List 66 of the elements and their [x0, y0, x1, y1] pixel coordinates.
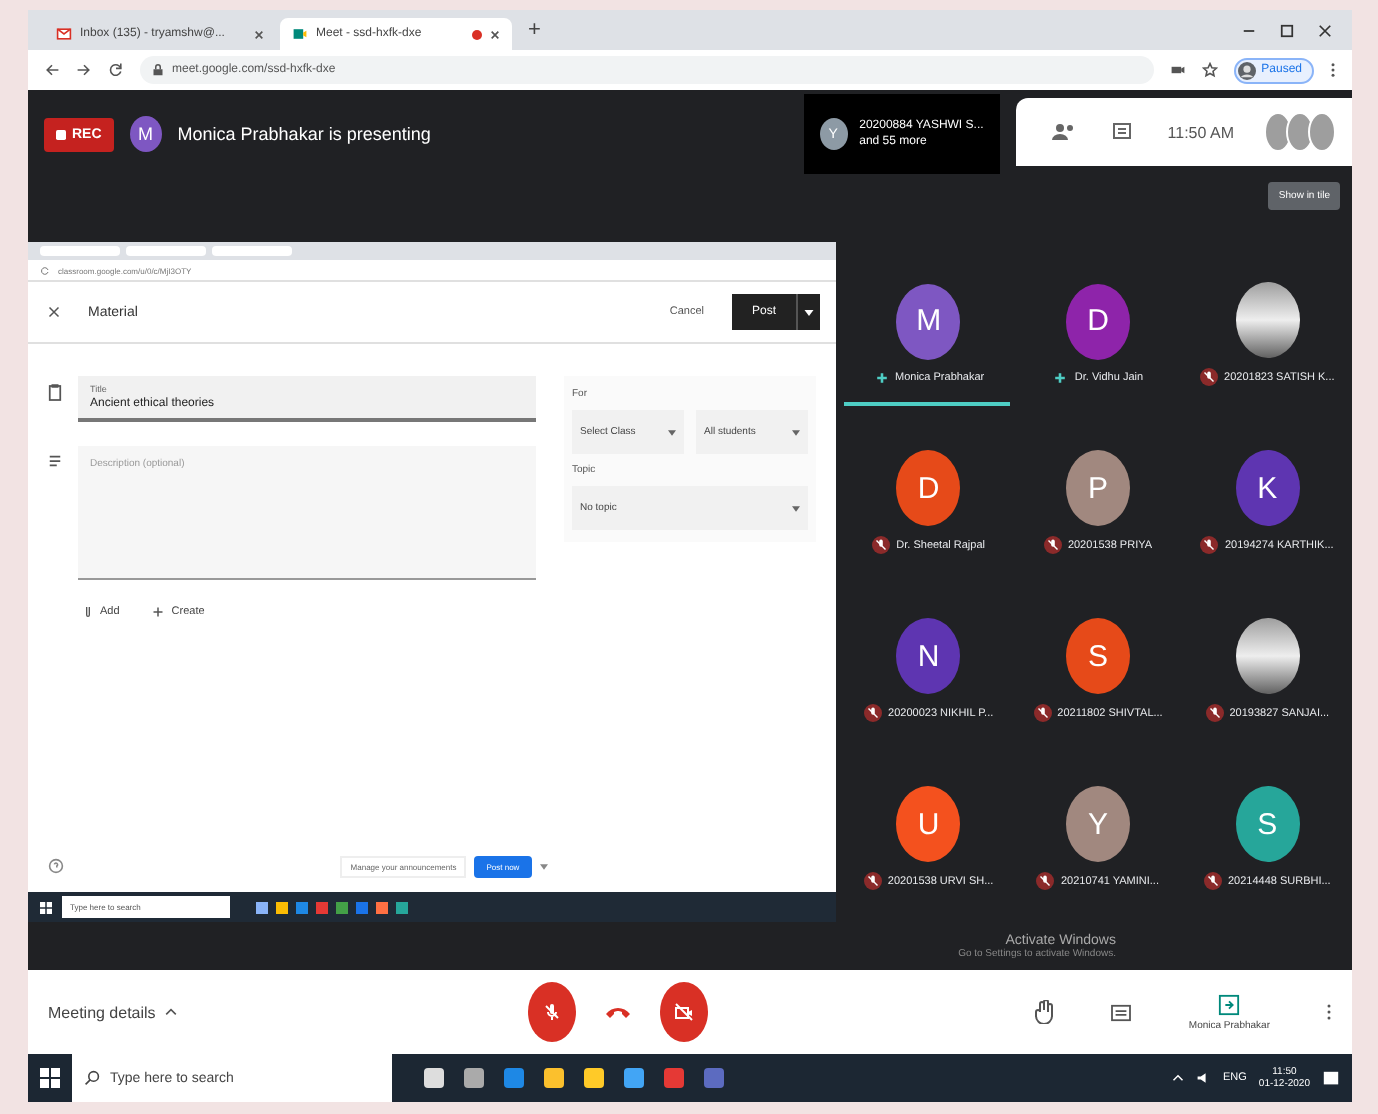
recording-dot-icon: [472, 29, 482, 39]
avatar: Y: [1065, 786, 1130, 862]
caret-icon: [804, 309, 814, 315]
close-icon[interactable]: [48, 306, 60, 318]
record-icon: [56, 129, 66, 139]
plus-icon: [151, 605, 164, 617]
reload-icon[interactable]: [108, 62, 124, 78]
presenter-avatar: M: [129, 116, 162, 152]
avatar: N: [896, 618, 961, 694]
reload-icon[interactable]: [40, 265, 50, 275]
present-icon: [1218, 993, 1241, 1015]
photo-placeholder: [1235, 282, 1300, 358]
close-icon[interactable]: [490, 29, 500, 39]
caret-up-icon: [163, 1008, 178, 1016]
avatar: S: [1235, 786, 1300, 862]
photo-placeholder: [1235, 618, 1300, 694]
text-lines-icon: [48, 454, 62, 468]
close-icon[interactable]: [1318, 23, 1332, 37]
video-icon: [292, 26, 308, 42]
caret-icon[interactable]: [539, 863, 548, 869]
meeting-details-button[interactable]: Meeting details: [48, 1003, 528, 1021]
phone-icon: [604, 1004, 632, 1020]
speaker-icon[interactable]: [1195, 1070, 1211, 1086]
close-icon[interactable]: [254, 29, 264, 39]
star-icon[interactable]: [1201, 62, 1218, 78]
clock-time: 11:50 AM: [1167, 123, 1234, 141]
avatar: S: [1065, 618, 1130, 694]
windows-icon[interactable]: [40, 1068, 60, 1088]
captions-icon[interactable]: [1110, 1003, 1133, 1021]
mic-off-button[interactable]: [528, 982, 576, 1042]
caret-icon: [792, 429, 800, 435]
windows-icon[interactable]: [40, 901, 52, 913]
more-icon[interactable]: [1326, 1002, 1332, 1022]
camera-off-button[interactable]: [660, 982, 708, 1042]
chat-icon[interactable]: [1111, 122, 1132, 142]
more-icon[interactable]: [1330, 62, 1336, 78]
new-tab-button[interactable]: +: [516, 18, 553, 42]
search-icon: [84, 1070, 100, 1086]
avatar: M: [896, 283, 961, 359]
notification-icon[interactable]: [1322, 1069, 1340, 1087]
forward-arrow-icon[interactable]: [76, 62, 92, 78]
dropdown-button[interactable]: [796, 294, 820, 330]
avatar: P: [1065, 450, 1130, 526]
mic-off-icon: [542, 1002, 562, 1022]
avatar: K: [1235, 450, 1300, 526]
maximize-icon[interactable]: [1280, 23, 1294, 37]
caret-icon: [668, 429, 676, 435]
help-icon[interactable]: [48, 858, 64, 874]
caret-icon: [792, 505, 800, 511]
back-arrow-icon[interactable]: [44, 62, 60, 78]
camera-icon[interactable]: [1169, 62, 1186, 78]
lock-icon: [152, 64, 164, 76]
avatar: D: [1065, 283, 1130, 359]
hand-icon[interactable]: [1034, 1000, 1055, 1024]
people-icon[interactable]: [1051, 122, 1076, 142]
mail-icon: [56, 26, 72, 42]
avatar: D: [896, 450, 961, 526]
paperclip-icon: [84, 604, 92, 618]
camera-off-icon: [674, 1002, 694, 1022]
avatar-group: [1270, 112, 1336, 152]
caret-up-icon[interactable]: [1171, 1074, 1183, 1082]
document-icon: [48, 384, 62, 402]
presenting-text: Monica Prabhakar is presenting: [177, 124, 433, 144]
avatar: U: [896, 786, 961, 862]
hang-up-button[interactable]: [604, 1004, 632, 1020]
avatar-icon: [1237, 61, 1256, 79]
